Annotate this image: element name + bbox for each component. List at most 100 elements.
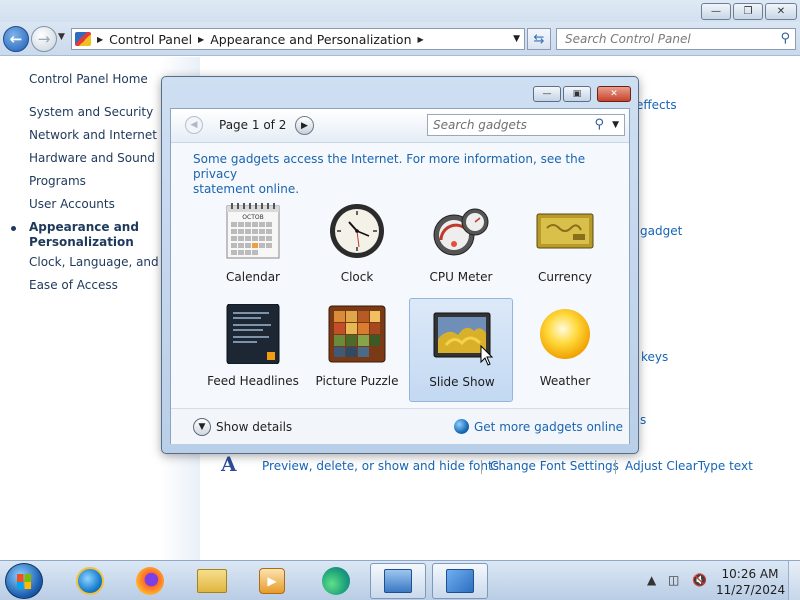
taskbar-internet-explorer[interactable] xyxy=(62,563,118,599)
navigation-bar: ← → ▼ ▶ Control Panel ▶ Appearance and P… xyxy=(0,22,800,56)
sidebar-item-programs[interactable]: Programs xyxy=(29,174,86,188)
chevron-left-icon: ◀ xyxy=(190,120,198,130)
gadget-tile-weather[interactable]: Weather xyxy=(513,298,617,402)
sidebar-item-appearance-line1[interactable]: Appearance and xyxy=(29,220,139,234)
sidebar-item-user-accounts[interactable]: User Accounts xyxy=(29,197,115,211)
minimize-button[interactable]: — xyxy=(701,3,731,20)
clock-date: 11/27/2024 xyxy=(716,583,786,597)
next-page-button[interactable]: ▶ xyxy=(295,116,314,135)
volume-muted-icon[interactable]: 🔇 xyxy=(692,573,707,587)
link-divider xyxy=(481,460,482,474)
recent-pages-dropdown[interactable]: ▼ xyxy=(58,32,65,42)
start-button[interactable] xyxy=(5,563,43,599)
taskbar-edge[interactable] xyxy=(308,563,364,599)
gadget-label: Picture Puzzle xyxy=(315,374,399,388)
active-bullet-icon xyxy=(11,226,16,231)
taskbar-media-player[interactable]: ▶ xyxy=(244,563,300,599)
gadget-gallery-icon xyxy=(384,569,412,593)
search-dropdown-icon[interactable]: ▼ xyxy=(612,120,619,130)
show-details-label[interactable]: Show details xyxy=(216,420,292,434)
get-more-gadgets-link[interactable]: Get more gadgets online xyxy=(474,420,623,434)
control-panel-icon xyxy=(446,569,474,593)
globe-icon xyxy=(454,419,469,434)
gadget-tile-calendar[interactable]: OCTOB Calendar xyxy=(201,194,305,298)
gadget-tile-clock[interactable]: Clock xyxy=(305,194,409,298)
gadget-tile-cpu-meter[interactable]: CPU Meter xyxy=(409,194,513,298)
gadget-search-placeholder: Search gadgets xyxy=(433,118,527,132)
address-dropdown-icon[interactable]: ▼ xyxy=(513,34,520,44)
gadget-tile-slide-show[interactable]: Slide Show xyxy=(409,298,513,402)
gadget-search-input[interactable]: Search gadgets ⚲ ▼ xyxy=(427,114,625,136)
taskbar-control-panel[interactable] xyxy=(432,563,488,599)
back-arrow-icon: ← xyxy=(9,30,23,48)
search-icon[interactable]: ⚲ xyxy=(780,31,790,46)
show-hidden-icons-icon[interactable]: ▲ xyxy=(647,573,656,587)
notice-line-1[interactable]: Some gadgets access the Internet. For mo… xyxy=(193,152,613,182)
effects-link[interactable]: effects xyxy=(636,98,677,112)
gadget-tile-currency[interactable]: Currency xyxy=(513,194,617,298)
breadcrumb-arrow-icon[interactable]: ▶ xyxy=(198,35,204,44)
gadget-label: Slide Show xyxy=(429,375,495,389)
sidebar-item-system-security[interactable]: System and Security xyxy=(29,105,153,119)
edge-icon xyxy=(322,567,350,595)
system-clock[interactable]: 10:26 AM 11/27/2024 xyxy=(716,566,786,598)
taskbar: ▶ ▲ ◫ 🔇 10:26 AM 11/27/2024 xyxy=(0,560,800,600)
refresh-icon: ⇆ xyxy=(533,31,545,47)
forward-arrow-icon: → xyxy=(37,30,51,48)
show-desktop-button[interactable] xyxy=(788,561,800,600)
gadget-link[interactable]: gadget xyxy=(640,224,682,238)
change-font-settings-link[interactable]: Change Font Settings xyxy=(490,459,619,473)
breadcrumb-control-panel[interactable]: Control Panel xyxy=(109,32,192,47)
sidebar-item-appearance-line2[interactable]: Personalization xyxy=(29,235,134,249)
keys-link[interactable]: keys xyxy=(641,350,668,364)
dialog-minimize-button[interactable]: — xyxy=(533,86,561,102)
taskbar-firefox[interactable] xyxy=(122,563,178,599)
taskbar-windows-explorer[interactable] xyxy=(184,563,240,599)
adjust-cleartype-link[interactable]: Adjust ClearType text xyxy=(625,459,753,473)
preview-fonts-link[interactable]: Preview, delete, or show and hide fonts xyxy=(262,459,499,473)
network-icon[interactable]: ◫ xyxy=(668,573,679,587)
partial-link[interactable]: s xyxy=(640,413,646,427)
breadcrumb-arrow-icon[interactable]: ▶ xyxy=(97,35,103,44)
internet-notice[interactable]: Some gadgets access the Internet. For mo… xyxy=(193,152,613,197)
media-player-icon: ▶ xyxy=(259,568,285,594)
previous-page-button[interactable]: ◀ xyxy=(185,116,203,134)
page-indicator: Page 1 of 2 xyxy=(219,118,287,132)
sidebar-item-ease-of-access[interactable]: Ease of Access xyxy=(29,278,118,292)
sidebar-item-hardware-sound[interactable]: Hardware and Sound xyxy=(29,151,155,165)
search-input[interactable]: Search Control Panel ⚲ xyxy=(556,28,796,50)
show-details-button[interactable]: ▼ xyxy=(193,418,211,436)
breadcrumb-arrow-icon[interactable]: ▶ xyxy=(418,35,424,44)
breadcrumb-appearance[interactable]: Appearance and Personalization xyxy=(210,32,411,47)
sidebar-item-network[interactable]: Network and Internet xyxy=(29,128,157,142)
calendar-icon: OCTOB xyxy=(226,203,280,259)
firefox-icon xyxy=(136,567,164,595)
link-divider xyxy=(615,460,616,474)
dialog-restore-button[interactable]: ▣ xyxy=(563,86,591,102)
search-icon[interactable]: ⚲ xyxy=(594,117,604,132)
forward-button[interactable]: → xyxy=(31,26,57,52)
close-button[interactable]: ✕ xyxy=(765,3,797,20)
gallery-footer: ▼ Show details Get more gadgets online xyxy=(171,408,629,444)
gadget-gallery-body: ◀ Page 1 of 2 ▶ Search gadgets ⚲ ▼ Some … xyxy=(170,108,630,444)
picture-puzzle-icon xyxy=(328,305,386,363)
gadget-label: CPU Meter xyxy=(429,270,493,284)
address-bar[interactable]: ▶ Control Panel ▶ Appearance and Persona… xyxy=(71,28,525,50)
gadget-gallery-dialog: — ▣ ✕ ◀ Page 1 of 2 ▶ Search gadgets ⚲ ▼… xyxy=(161,76,639,454)
gadget-tile-picture-puzzle[interactable]: Picture Puzzle xyxy=(305,298,409,402)
sidebar-item-clock-language[interactable]: Clock, Language, and Re xyxy=(29,255,178,269)
mouse-cursor-icon xyxy=(480,345,494,366)
currency-icon xyxy=(536,213,594,249)
refresh-button[interactable]: ⇆ xyxy=(527,28,551,50)
windows-logo-icon xyxy=(17,582,31,589)
dialog-close-button[interactable]: ✕ xyxy=(597,86,631,102)
gadget-tile-feed-headlines[interactable]: Feed Headlines xyxy=(201,298,305,402)
back-button[interactable]: ← xyxy=(3,26,29,52)
gadget-label: Currency xyxy=(537,270,593,284)
clock-time: 10:26 AM xyxy=(721,567,779,581)
clock-icon xyxy=(330,204,384,258)
control-panel-home-link[interactable]: Control Panel Home xyxy=(29,72,148,86)
taskbar-gadget-gallery[interactable] xyxy=(370,563,426,599)
control-panel-icon xyxy=(75,32,91,46)
maximize-button[interactable]: ❐ xyxy=(733,3,763,20)
